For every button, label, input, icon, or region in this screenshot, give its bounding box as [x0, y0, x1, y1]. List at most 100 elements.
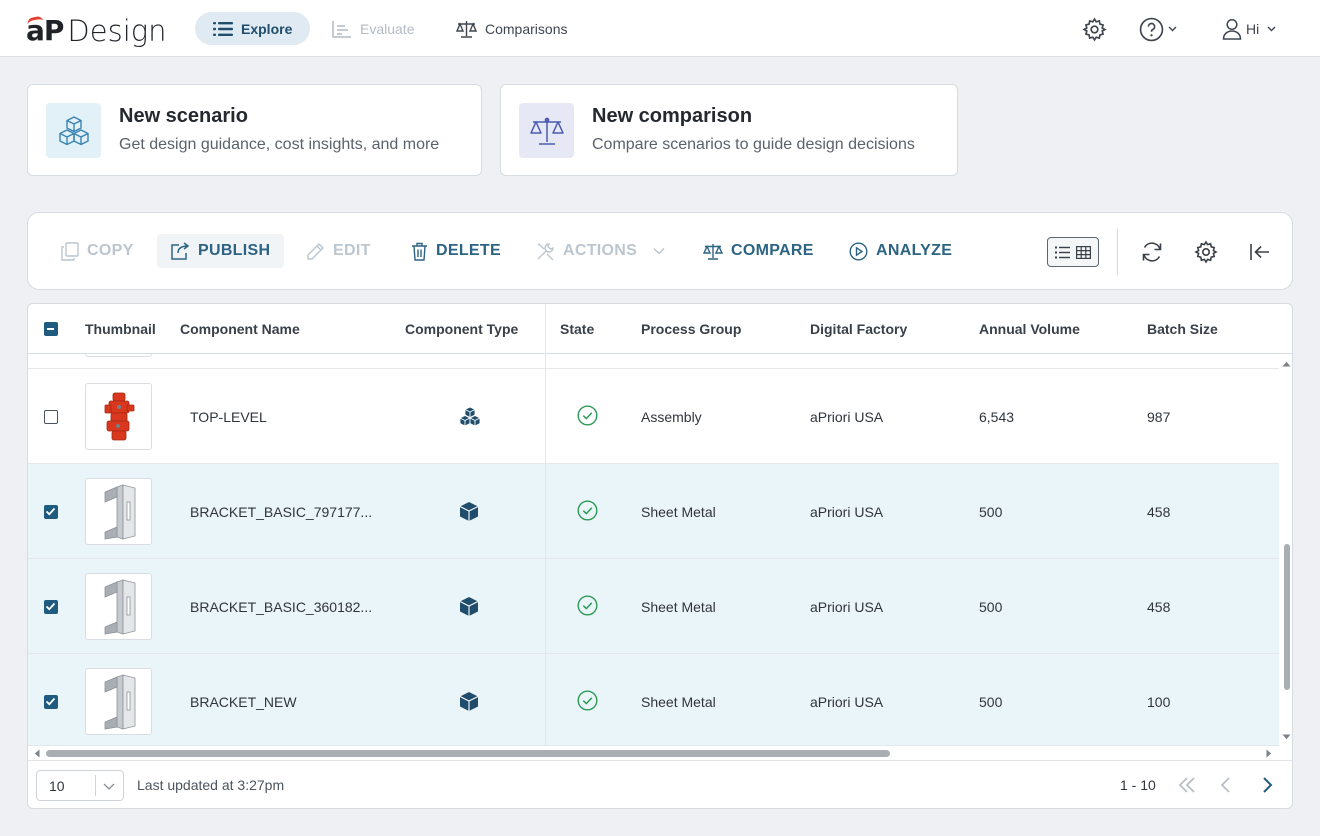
column-header-process-group[interactable]: Process Group [641, 321, 741, 337]
collapse-panel-button[interactable] [1248, 240, 1272, 264]
delete-label: DELETE [436, 242, 501, 259]
process-group: Assembly [641, 409, 702, 425]
copy-icon [61, 241, 79, 261]
component-name[interactable]: BRACKET_NEW [190, 694, 297, 710]
digital-factory: aPriori USA [810, 694, 884, 710]
explore-toolbar: COPY PUBLISH EDIT DELETE ACTIONS COMPARE… [27, 212, 1293, 290]
check-circle-icon [577, 690, 598, 711]
table-settings-button[interactable] [1194, 240, 1218, 264]
publish-label: PUBLISH [198, 242, 271, 259]
batch-size: 100 [1147, 694, 1171, 710]
select-all-checkbox[interactable] [44, 322, 58, 336]
row-checkbox[interactable] [44, 695, 58, 709]
settings-button[interactable] [1082, 14, 1107, 44]
publish-button[interactable]: PUBLISH [157, 234, 285, 268]
assembly-icon [458, 406, 482, 427]
nav-tab-explore[interactable]: Explore [195, 12, 311, 45]
analyze-button[interactable]: ANALYZE [835, 234, 966, 268]
user-icon [1222, 18, 1242, 40]
scroll-right-icon[interactable] [1266, 749, 1272, 758]
scroll-left-icon[interactable] [34, 749, 40, 758]
table-row[interactable]: BRACKET_NEW Sheet Metal aPriori USA 500 … [28, 654, 1279, 746]
horizontal-scroll-thumb[interactable] [46, 750, 890, 757]
new-scenario-card[interactable]: New scenario Get design guidance, cost i… [27, 84, 482, 176]
cubes-icon [46, 103, 101, 158]
refresh-button[interactable] [1140, 240, 1164, 264]
chevron-down-icon [1168, 26, 1177, 32]
process-group: Sheet Metal [641, 694, 716, 710]
copy-label: COPY [87, 242, 134, 259]
pinned-column-divider [545, 304, 546, 746]
copy-button[interactable]: COPY [47, 234, 148, 268]
chevron-right-icon [1263, 777, 1273, 793]
row-checkbox[interactable] [44, 600, 58, 614]
nav-tab-label: Explore [241, 20, 293, 37]
nav-tab-comparisons[interactable]: Comparisons [438, 12, 585, 45]
table-footer: 10 Last updated at 3:27pm 1 - 10 [28, 760, 1292, 808]
component-name[interactable]: TOP-LEVEL [190, 409, 267, 425]
assembly-thumbnail [85, 383, 152, 450]
component-name[interactable]: BRACKET_BASIC_360182... [190, 599, 372, 615]
table-row[interactable]: BRACKET_BASIC_360182... Sheet Metal aPri… [28, 559, 1279, 654]
table-header: Thumbnail Component Name Component Type … [28, 304, 1292, 354]
card-title: New scenario [119, 105, 248, 127]
card-subtitle: Compare scenarios to guide design decisi… [592, 136, 915, 153]
new-comparison-card[interactable]: New comparison Compare scenarios to guid… [500, 84, 958, 176]
table-row-partial [28, 354, 1279, 369]
grid-view-icon[interactable] [1076, 245, 1091, 259]
column-header-digital-factory[interactable]: Digital Factory [810, 321, 907, 337]
bracket-thumbnail [85, 573, 152, 640]
column-header-component-name[interactable]: Component Name [180, 321, 300, 337]
column-header-annual-volume[interactable]: Annual Volume [979, 321, 1080, 337]
list-view-icon[interactable] [1055, 246, 1070, 259]
list-icon [213, 21, 233, 36]
table-row[interactable]: BRACKET_BASIC_797177... Sheet Metal aPri… [28, 464, 1279, 559]
view-toggle[interactable] [1047, 237, 1099, 267]
nav-tab-label: Evaluate [360, 20, 415, 37]
nav-tab-evaluate[interactable]: Evaluate [314, 12, 432, 45]
card-subtitle: Get design guidance, cost insights, and … [119, 136, 440, 153]
batch-size: 458 [1147, 599, 1171, 615]
page-size-select[interactable]: 10 [36, 770, 124, 801]
column-header-state[interactable]: State [560, 321, 594, 337]
batch-size: 987 [1147, 409, 1171, 425]
previous-page-button[interactable] [1215, 774, 1237, 796]
check-circle-icon [577, 500, 598, 521]
compare-label: COMPARE [731, 242, 814, 259]
edit-button[interactable]: EDIT [292, 234, 385, 268]
app-logo[interactable]: aP Design [26, 10, 167, 46]
column-header-component-type[interactable]: Component Type [405, 321, 518, 337]
annual-volume: 500 [979, 504, 1003, 520]
table-row[interactable]: TOP-LEVEL Assembly aPriori USA 6,543 987 [28, 369, 1279, 464]
chevron-down-icon [653, 247, 665, 255]
horizontal-scrollbar[interactable] [28, 746, 1279, 760]
pencil-icon [307, 242, 324, 260]
vertical-scroll-thumb[interactable] [1284, 544, 1290, 690]
scales-icon [703, 243, 723, 260]
compare-button[interactable]: COMPARE [689, 234, 828, 268]
process-group: Sheet Metal [641, 504, 716, 520]
vertical-scrollbar[interactable] [1279, 354, 1292, 746]
row-checkbox[interactable] [44, 410, 58, 424]
next-page-button[interactable] [1256, 774, 1278, 796]
first-page-button[interactable] [1176, 774, 1198, 796]
batch-size: 458 [1147, 504, 1171, 520]
column-header-thumbnail[interactable]: Thumbnail [85, 321, 156, 337]
refresh-icon [1142, 242, 1162, 262]
trash-icon [412, 242, 427, 261]
bracket-thumbnail [85, 668, 152, 735]
help-menu-button[interactable] [1139, 14, 1177, 44]
actions-dropdown[interactable]: ACTIONS [522, 234, 679, 268]
chevron-down-icon [1267, 26, 1276, 32]
component-name[interactable]: BRACKET_BASIC_797177... [190, 504, 372, 520]
user-menu-button[interactable]: Hi [1222, 14, 1276, 44]
scroll-down-icon[interactable] [1282, 734, 1291, 740]
column-header-batch-size[interactable]: Batch Size [1147, 321, 1218, 337]
pagination-range: 1 - 10 [1120, 777, 1156, 793]
delete-button[interactable]: DELETE [397, 234, 515, 268]
bracket-thumbnail [85, 478, 152, 545]
scroll-up-icon[interactable] [1282, 361, 1291, 367]
play-circle-icon [849, 241, 868, 261]
gear-icon [1082, 16, 1107, 42]
row-checkbox[interactable] [44, 505, 58, 519]
